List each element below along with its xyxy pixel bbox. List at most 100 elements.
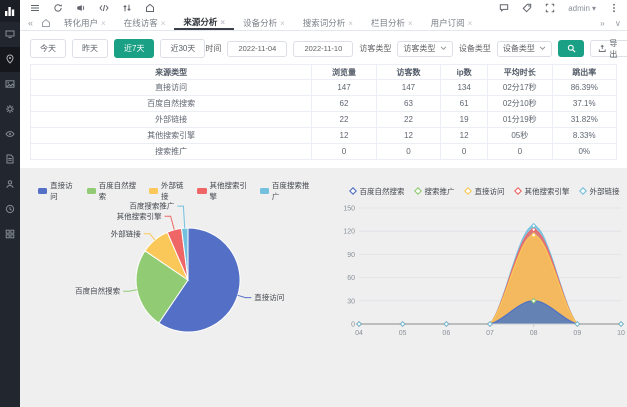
fullscreen-icon[interactable] [545, 3, 555, 13]
tag-icon[interactable] [522, 3, 532, 13]
close-icon[interactable]: × [468, 19, 473, 28]
pie-label-line [123, 290, 137, 292]
tab-label: 在线访客 [124, 17, 158, 29]
quick-range-button-0[interactable]: 今天 [30, 39, 66, 58]
visitor-type-label: 访客类型 [359, 43, 391, 54]
tab-4[interactable]: 搜索词分析× [294, 16, 362, 30]
chat-icon[interactable] [499, 3, 509, 13]
table-cell: 05秒 [488, 128, 552, 144]
table-cell: 0 [312, 144, 376, 160]
pie-label-line [177, 206, 184, 228]
sidebar-item-grid-icon[interactable] [0, 222, 20, 247]
sidebar-item-monitor-icon[interactable] [0, 22, 20, 47]
quick-range-button-3[interactable]: 近30天 [160, 39, 205, 58]
close-icon[interactable]: × [220, 18, 225, 27]
menu-icon[interactable] [30, 3, 40, 13]
date-from-input[interactable] [227, 41, 287, 57]
area-legend-item[interactable]: 搜索推广 [414, 186, 455, 197]
close-icon[interactable]: × [161, 19, 166, 28]
table-cell: 37.1% [552, 96, 616, 112]
tab-6[interactable]: 用户订阅× [422, 16, 482, 30]
tabs-scroll-right-button[interactable]: » [600, 18, 605, 28]
tabs-dropdown-button[interactable]: ∨ [615, 18, 621, 29]
export-button[interactable]: 导出 [590, 40, 627, 57]
tab-label: 来源分析 [183, 16, 217, 28]
sidebar-item-clock-icon[interactable] [0, 197, 20, 222]
pie-slice-label: 外部链接 [111, 228, 141, 238]
data-point-marker [619, 322, 623, 326]
table-cell: 12 [312, 128, 376, 144]
tab-3[interactable]: 设备分析× [234, 16, 294, 30]
area-series-fill [359, 301, 621, 324]
sidebar-item-user-icon[interactable] [0, 172, 20, 197]
pie-legend-item[interactable]: 百度搜索推广 [260, 180, 313, 202]
user-menu[interactable]: admin▾ [568, 4, 596, 13]
pie-legend-item[interactable]: 百度自然搜索 [87, 180, 140, 202]
x-axis-tick-label: 10 [617, 330, 625, 337]
user-label: admin [568, 4, 590, 13]
area-legend-item[interactable]: 百度自然搜索 [349, 186, 405, 197]
data-point-marker [357, 322, 361, 326]
tab-1[interactable]: 在线访客× [115, 16, 175, 30]
quick-range-button-1[interactable]: 昨天 [72, 39, 108, 58]
table-cell: 12 [441, 128, 488, 144]
column-header: 来源类型 [31, 65, 312, 80]
area-legend-item[interactable]: 其他搜索引擎 [514, 186, 570, 197]
search-button[interactable] [558, 40, 584, 57]
area-legend-item[interactable]: 外部链接 [579, 186, 620, 197]
refresh-icon[interactable] [53, 3, 63, 13]
tab-5[interactable]: 栏目分析× [362, 16, 422, 30]
tabs-collapse-button[interactable]: « [24, 16, 37, 30]
export-icon [598, 44, 606, 53]
table-cell: 22 [312, 112, 376, 128]
close-icon[interactable]: × [348, 19, 353, 28]
megaphone-icon[interactable] [76, 3, 86, 13]
home-outline-icon[interactable] [145, 3, 155, 13]
x-axis-tick-label: 08 [530, 330, 538, 337]
kebab-menu-icon[interactable] [609, 3, 619, 13]
table-cell: 外部链接 [31, 112, 312, 128]
pie-legend-item[interactable]: 其他搜索引擎 [197, 180, 250, 202]
sidebar-item-file-icon[interactable] [0, 147, 20, 172]
table-row: 其他搜索引擎12121205秒8.33% [31, 128, 617, 144]
tab-0[interactable]: 转化用户× [55, 16, 115, 30]
search-icon [567, 44, 576, 53]
chevron-down-icon [440, 46, 447, 51]
area-legend-item[interactable]: 直接访问 [464, 186, 505, 197]
visitor-pin-icon [5, 51, 15, 69]
image-icon [5, 76, 15, 94]
sidebar-item-image-icon[interactable] [0, 72, 20, 97]
sidebar-item-eye-icon[interactable] [0, 122, 20, 147]
pie-legend-item[interactable]: 直接访问 [38, 180, 78, 202]
tab-label: 设备分析 [243, 17, 277, 29]
gear-icon [5, 101, 15, 119]
close-icon[interactable]: × [280, 19, 285, 28]
table-row: 外部链接22221901分19秒31.82% [31, 112, 617, 128]
code-icon[interactable] [99, 3, 109, 13]
pie-legend-item[interactable]: 外部链接 [149, 180, 189, 202]
pie-chart-panel: 直接访问百度自然搜索外部链接其他搜索引擎百度搜索推广 直接访问百度自然搜索外部链… [38, 184, 313, 348]
date-to-input[interactable] [293, 41, 353, 57]
area-series-fill [359, 301, 621, 324]
device-type-select[interactable]: 设备类型 [497, 41, 552, 57]
pie-slice-label: 百度自然搜索 [75, 286, 120, 296]
home-tab-button[interactable] [37, 16, 55, 30]
legend-diamond-icon [349, 187, 357, 195]
quick-range-button-2[interactable]: 近7天 [114, 39, 154, 58]
area-series-line [359, 235, 621, 324]
table-cell: 147 [376, 80, 440, 96]
column-header: 访客数 [376, 65, 440, 80]
tab-2[interactable]: 来源分析× [174, 16, 234, 30]
column-header: ip数 [441, 65, 488, 80]
visitor-type-select[interactable]: 访客类型 [397, 41, 452, 57]
sidebar-item-gear-icon[interactable] [0, 97, 20, 122]
table-cell: 12 [376, 128, 440, 144]
close-icon[interactable]: × [408, 19, 413, 28]
charts-row: 直接访问百度自然搜索外部链接其他搜索引擎百度搜索推广 直接访问百度自然搜索外部链… [20, 168, 627, 348]
table-cell: 134 [441, 80, 488, 96]
tab-label: 栏目分析 [371, 17, 405, 29]
sync-icon[interactable] [122, 3, 132, 13]
sidebar-item-visitor-pin-icon[interactable] [0, 47, 20, 72]
pie-slice-label: 百度搜索推广 [129, 201, 174, 211]
close-icon[interactable]: × [101, 19, 106, 28]
